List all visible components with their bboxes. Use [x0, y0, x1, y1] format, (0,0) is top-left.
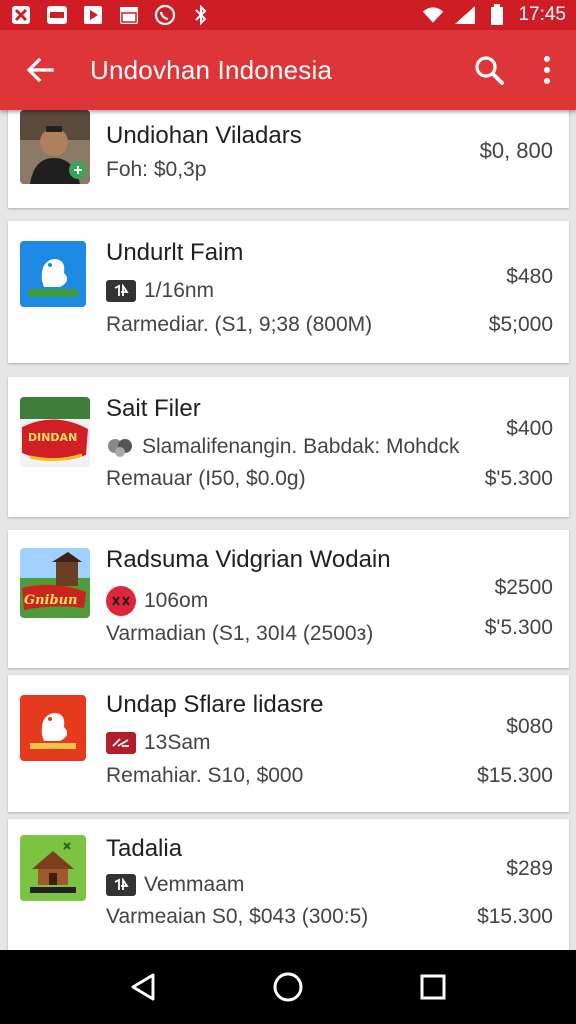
svg-text:DINDAN: DINDAN [28, 431, 77, 444]
item-price: $0, 800 [479, 138, 553, 163]
item-thumbnail: DINDAN [20, 397, 90, 467]
item-price-total: $15.300 [477, 764, 553, 787]
play-icon [82, 5, 104, 25]
list-item[interactable]: Undiohan Viladars Foh: $0,3p $0, 800 [8, 110, 569, 208]
item-price-total: $'5.300 [484, 467, 553, 490]
item-price: $2500 [494, 576, 553, 599]
item-subtitle: Vemmaam [106, 873, 244, 897]
event-icon [106, 586, 136, 616]
status-time: 17:45 [518, 4, 566, 25]
nav-home-icon [273, 972, 303, 1002]
wifi-icon [422, 5, 444, 25]
ticket-icon [106, 732, 136, 754]
item-price: $289 [506, 857, 553, 880]
item-price-total: $15.300 [477, 905, 553, 928]
list-item[interactable]: Undap Sflare lidasre 13Sam Remahiar. S10… [8, 675, 569, 812]
list-item[interactable]: DINDAN Sait Filer Slamalifenangin. Babda… [8, 377, 569, 517]
group-icon [106, 436, 134, 458]
search-icon [475, 56, 504, 85]
nav-recents-button[interactable] [403, 957, 463, 1017]
search-button[interactable] [460, 30, 518, 110]
nav-back-icon [131, 973, 155, 1001]
item-thumbnail [20, 110, 90, 184]
back-button[interactable] [0, 30, 80, 110]
item-name: Undiohan Viladars [106, 122, 302, 149]
item-thumbnail [20, 835, 86, 901]
item-detail: Varmeaian S0, $043 (300:5) [106, 905, 369, 928]
item-subtitle: 106om [106, 586, 208, 616]
nav-home-button[interactable] [258, 957, 318, 1017]
battery-icon [486, 4, 508, 25]
item-subtitle: 1/16nm [106, 279, 214, 303]
svg-text:Gnibun: Gnibun [24, 593, 78, 608]
category-badge-icon [106, 874, 136, 896]
item-name: Radsuma Vidgrian Wodain [106, 546, 391, 573]
overflow-menu-button[interactable] [518, 30, 576, 110]
arrow-back-icon [26, 57, 54, 83]
item-name: Sait Filer [106, 395, 201, 422]
list-item[interactable]: Gnibun Radsuma Vidgrian Wodain 106om Var… [8, 530, 569, 668]
list-item[interactable]: Tadalia Vemmaam Varmeaian S0, $043 (300:… [8, 819, 569, 950]
system-nav-bar [0, 950, 576, 1024]
item-name: Undap Sflare lidasre [106, 691, 324, 718]
item-price: $400 [506, 417, 553, 440]
item-thumbnail: Gnibun [20, 548, 90, 618]
item-subtitle: 13Sam [106, 731, 211, 755]
app-bar: Undovhan Indonesia [0, 30, 576, 110]
item-thumbnail [20, 695, 86, 761]
nav-recents-icon [420, 974, 446, 1000]
item-detail: Remauar (I50, $0.0g) [106, 467, 306, 490]
message-icon [46, 5, 68, 25]
item-price: $080 [506, 715, 553, 738]
item-subtitle: Slamalifenangin. Babdak: Mohdck [106, 435, 460, 459]
item-detail: Rarmediar. (S1, 9;38 (800M) [106, 313, 373, 336]
category-badge-icon [106, 280, 136, 302]
list-item[interactable]: Undurlt Faim 1/16nm Rarmediar. (S1, 9;38… [8, 221, 569, 363]
listing-list: Undiohan Viladars Foh: $0,3p $0, 800 Und… [0, 110, 576, 950]
signal-icon [454, 5, 476, 25]
more-vert-icon [544, 56, 550, 84]
item-thumbnail [20, 241, 86, 307]
status-bar: 17:45 [0, 0, 576, 30]
item-price-total: $5;000 [488, 313, 553, 336]
item-detail: Varmadian (S1, 30I4 (2500з) [106, 622, 374, 645]
item-name: Undurlt Faim [106, 239, 244, 266]
item-price-total: $'5.300 [484, 616, 553, 639]
page-title: Undovhan Indonesia [90, 54, 333, 85]
calendar-icon [118, 5, 140, 25]
item-price: $480 [506, 265, 553, 288]
whatsapp-icon [154, 4, 176, 26]
nav-back-button[interactable] [113, 957, 173, 1017]
item-detail: Remahiar. S10, $000 [106, 764, 304, 787]
item-subtitle: Foh: $0,3p [106, 158, 207, 181]
item-name: Tadalia [106, 835, 183, 862]
bluetooth-icon [190, 5, 212, 25]
notification-square-icon [10, 5, 32, 25]
